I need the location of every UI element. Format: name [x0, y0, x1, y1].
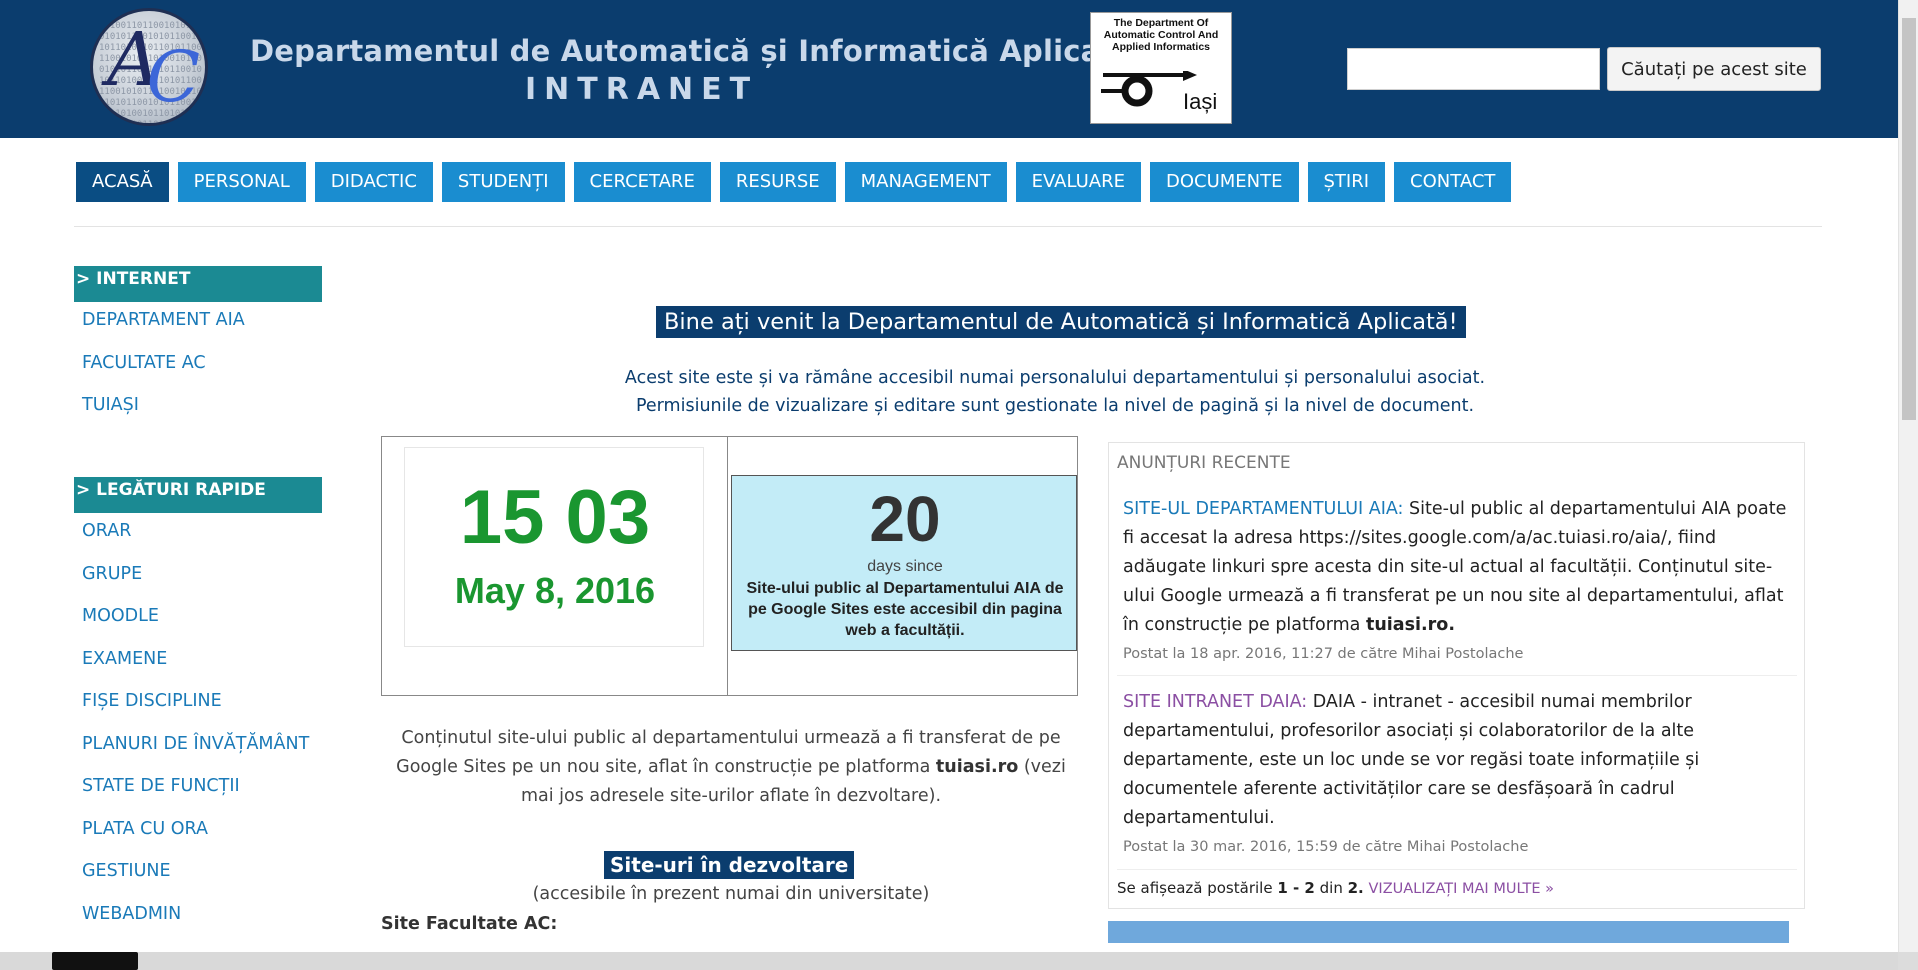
- announcement-post: SITE-UL DEPARTAMENTULUI AIA: Site-ul pub…: [1123, 495, 1793, 666]
- sidebar-item-planuri[interactable]: PLANURI DE ÎNVĂȚĂMÂNT: [82, 732, 322, 775]
- days-label: days since: [867, 558, 943, 575]
- sidebar-item-facultate-ac[interactable]: FACULTATE AC: [82, 351, 322, 394]
- english-department-logo: The Department Of Automatic Control And …: [1090, 12, 1232, 124]
- intro-text: Acest site este și va rămâne accesibil n…: [380, 364, 1730, 420]
- tab-didactic[interactable]: DIDACTIC: [314, 162, 433, 202]
- post-title-link[interactable]: SITE-UL DEPARTAMENTULUI AIA:: [1123, 499, 1403, 519]
- tab-contact[interactable]: CONTACT: [1394, 162, 1512, 202]
- announcements-heading: ANUNȚURI RECENTE: [1117, 453, 1291, 473]
- tab-management[interactable]: MANAGEMENT: [844, 162, 1007, 202]
- announcements-footer: Se afișează postările 1 - 2 din 2. VIZUA…: [1117, 879, 1555, 897]
- department-logo[interactable]: 1010011011001010110010101100101011001010…: [90, 8, 208, 126]
- tab-documente[interactable]: DOCUMENTE: [1149, 162, 1299, 202]
- sidebar-item-state-functii[interactable]: STATE DE FUNCȚII: [82, 774, 322, 817]
- intro-line: Acest site este și va rămâne accesibil n…: [624, 368, 1486, 388]
- site-subtitle: INTRANET: [525, 72, 759, 107]
- announcement-post: SITE INTRANET DAIA: DAIA - intranet - ac…: [1123, 688, 1793, 859]
- post-divider: [1117, 675, 1797, 676]
- sidebar-item-fise-discipline[interactable]: FIȘE DISCIPLINE: [82, 689, 322, 732]
- gadget-bar: [1108, 921, 1789, 943]
- sidebar-heading-quick-links: > LEGĂTURI RAPIDE: [74, 477, 322, 513]
- page: 1010011011001010110010101100101011001010…: [0, 0, 1918, 970]
- clock-date: May 8, 2016: [454, 570, 656, 611]
- days-caption: Site-ului public al Departamentului AIA …: [746, 580, 1064, 639]
- nav-divider: [74, 226, 1822, 227]
- counter-divider: [727, 437, 728, 695]
- logo-letters: AC: [107, 17, 200, 118]
- tab-acasa[interactable]: ACASĂ: [76, 162, 169, 202]
- sidebar-item-webadmin[interactable]: WEBADMIN: [82, 902, 322, 945]
- faculty-site-label: Site Facultate AC:: [381, 914, 558, 934]
- post-meta: Postat la 18 apr. 2016, 11:27 de către M…: [1123, 646, 1524, 662]
- sidebar-internet-list: DEPARTAMENT AIA FACULTATE AC TUIAȘI: [82, 308, 322, 436]
- sidebar-item-examene[interactable]: EXAMENE: [82, 647, 322, 690]
- search-button[interactable]: Căutați pe acest site: [1607, 47, 1821, 91]
- sidebar-item-departament-aia[interactable]: DEPARTAMENT AIA: [82, 308, 322, 351]
- sidebar-item-orar[interactable]: ORAR: [82, 519, 322, 562]
- view-more-link[interactable]: VIZUALIZAȚI MAI MULTE »: [1369, 881, 1555, 897]
- sidebar-quick-links-list: ORAR GRUPE MOODLE EXAMENE FIȘE DISCIPLIN…: [82, 519, 322, 944]
- days-count: 20: [869, 483, 941, 555]
- welcome-banner: Bine ați venit la Departamentul de Autom…: [656, 306, 1466, 338]
- post-title-link[interactable]: SITE INTRANET DAIA:: [1123, 692, 1307, 712]
- vertical-scrollbar[interactable]: [1898, 0, 1918, 952]
- search-input[interactable]: [1347, 48, 1600, 90]
- post-divider: [1117, 869, 1797, 870]
- clock-time: 15 03: [459, 475, 651, 560]
- countdown-widget: 15 03 May 8, 2016 20 days since Site-ulu…: [381, 436, 1078, 696]
- tab-personal[interactable]: PERSONAL: [177, 162, 306, 202]
- sidebar-item-moodle[interactable]: MOODLE: [82, 604, 322, 647]
- tab-studenti[interactable]: STUDENȚI: [441, 162, 565, 202]
- sidebar-item-grupe[interactable]: GRUPE: [82, 562, 322, 605]
- intro-line: Permisiunile de vizualizare și editare s…: [635, 396, 1475, 416]
- dept-logo-text: The Department Of Automatic Control And …: [1103, 17, 1219, 53]
- vertical-scroll-thumb[interactable]: [1902, 18, 1916, 420]
- clock-panel: 15 03 May 8, 2016: [404, 447, 704, 647]
- post-meta: Postat la 30 mar. 2016, 15:59 de către M…: [1123, 839, 1529, 855]
- platform-name: tuiasi.ro: [935, 757, 1019, 777]
- sidebar-item-gestiune[interactable]: GESTIUNE: [82, 859, 322, 902]
- sidebar-item-plata-ora[interactable]: PLATA CU ORA: [82, 817, 322, 860]
- tab-cercetare[interactable]: CERCETARE: [573, 162, 711, 202]
- dev-sites-heading: Site-uri în dezvoltare: [604, 851, 855, 879]
- scrollbar-corner: [1898, 952, 1918, 970]
- horizontal-scrollbar[interactable]: [0, 952, 1898, 970]
- dev-sites-subtitle: (accesibile în prezent numai din univers…: [532, 884, 930, 904]
- horizontal-scroll-thumb[interactable]: [52, 952, 138, 970]
- announcements-panel: ANUNȚURI RECENTE SITE-UL DEPARTAMENTULUI…: [1108, 442, 1805, 909]
- tab-stiri[interactable]: ȘTIRI: [1307, 162, 1386, 202]
- dept-logo-city: Iași: [1183, 89, 1218, 114]
- tab-resurse[interactable]: RESURSE: [719, 162, 836, 202]
- tab-evaluare[interactable]: EVALUARE: [1015, 162, 1141, 202]
- sidebar-heading-internet: > INTERNET: [74, 266, 322, 302]
- sidebar-item-tuiasi[interactable]: TUIAȘI: [82, 393, 322, 436]
- main-navigation: ACASĂ PERSONAL DIDACTIC STUDENȚI CERCETA…: [76, 162, 1512, 202]
- content-note: Conținutul site-ului public al departame…: [396, 728, 1066, 806]
- site-header: 1010011011001010110010101100101011001010…: [0, 0, 1898, 138]
- days-since-panel: 20 days since Site-ului public al Depart…: [731, 475, 1077, 651]
- site-title: Departamentul de Automatică și Informati…: [250, 34, 1135, 68]
